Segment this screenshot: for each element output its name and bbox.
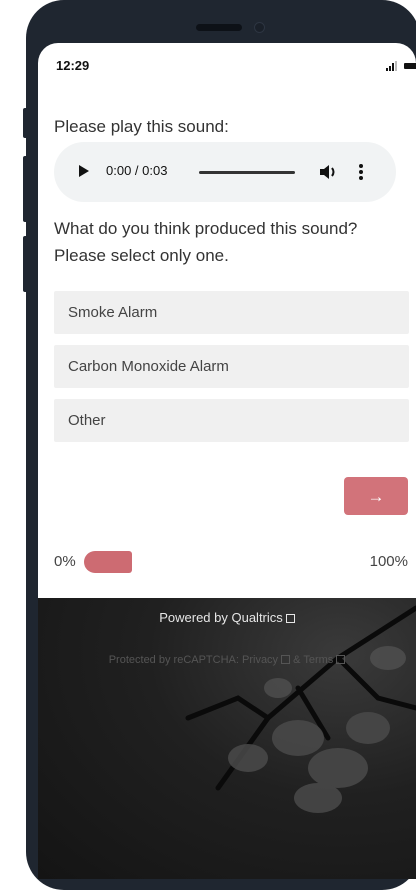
recaptcha-notice: Protected by reCAPTCHA: Privacy & Terms xyxy=(38,654,416,666)
audio-time: 0:00 / 0:03 xyxy=(106,163,168,178)
audio-seek-bar[interactable] xyxy=(199,171,295,174)
side-button-mute xyxy=(23,108,29,138)
powered-by-link[interactable]: Powered by Qualtrics xyxy=(38,610,416,625)
phone-screen: 12:29 Please play this sound: 0:00 / 0:0… xyxy=(38,43,416,879)
camera-icon xyxy=(254,22,265,33)
choice-carbon-monoxide-alarm[interactable]: Carbon Monoxide Alarm xyxy=(54,345,409,388)
terms-link[interactable]: Terms xyxy=(303,654,333,666)
speaker-grille xyxy=(196,24,242,31)
choice-other[interactable]: Other xyxy=(54,399,409,442)
audio-player[interactable]: 0:00 / 0:03 xyxy=(54,142,396,202)
external-link-icon xyxy=(336,655,346,664)
battery-icon xyxy=(404,63,416,69)
recaptcha-prefix: Protected by reCAPTCHA: xyxy=(108,654,239,666)
recaptcha-ampersand: & xyxy=(293,654,301,666)
progress-end-label: 100% xyxy=(369,553,408,570)
play-icon[interactable] xyxy=(79,165,89,177)
privacy-link[interactable]: Privacy xyxy=(242,654,278,666)
question-prompt-play: Please play this sound: xyxy=(54,117,229,136)
side-button-volume-down xyxy=(23,236,29,292)
choice-smoke-alarm[interactable]: Smoke Alarm xyxy=(54,291,409,334)
blossom-background-image xyxy=(185,605,416,813)
footer: Powered by Qualtrics Protected by reCAPT… xyxy=(38,598,416,879)
side-button-volume-up xyxy=(23,156,29,222)
signal-icon xyxy=(386,61,398,71)
next-button[interactable]: → xyxy=(344,477,408,515)
progress-start-label: 0% xyxy=(54,553,76,570)
external-link-icon xyxy=(285,614,295,623)
external-link-icon xyxy=(281,655,291,664)
status-bar: 12:29 xyxy=(56,58,416,78)
question-prompt-select: What do you think produced this sound? P… xyxy=(54,219,358,265)
status-time: 12:29 xyxy=(56,58,90,73)
progress-bar xyxy=(84,551,132,573)
powered-by-label: Powered by Qualtrics xyxy=(159,610,283,625)
volume-icon[interactable] xyxy=(318,162,340,182)
more-vertical-icon[interactable] xyxy=(358,162,364,182)
